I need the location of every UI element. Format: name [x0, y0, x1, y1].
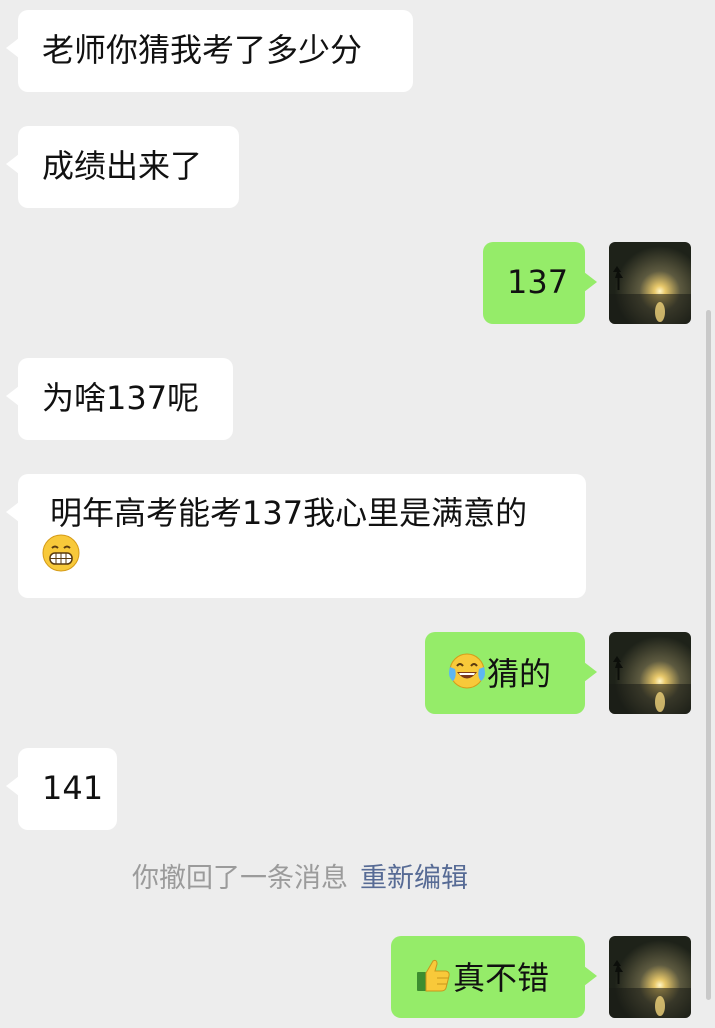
message-text: 为啥137呢 — [42, 379, 200, 417]
message-text: 猜的 — [487, 655, 552, 693]
message-text: 137 — [507, 263, 569, 301]
message-bubble-incoming[interactable]: 141 — [6, 748, 117, 830]
sunset-lake-avatar-icon — [609, 242, 691, 324]
message-bubble-incoming[interactable]: 老师你猜我考了多少分 — [6, 10, 413, 92]
message-text: 成绩出来了 — [42, 147, 203, 185]
recall-notice: 你撤回了一条消息 重新编辑 — [0, 862, 600, 896]
reedit-link[interactable]: 重新编辑 — [360, 863, 468, 894]
tears-of-joy-icon — [447, 651, 487, 691]
thumbs-up-icon — [413, 955, 453, 995]
message-text: 老师你猜我考了多少分 — [42, 31, 363, 69]
avatar[interactable] — [609, 242, 691, 324]
message-bubble-outgoing[interactable]: 猜的 — [425, 632, 597, 714]
message-bubble-incoming[interactable]: 成绩出来了 — [6, 126, 239, 208]
message-text: 141 — [42, 769, 104, 807]
avatar[interactable] — [609, 936, 691, 1018]
grinning-face-icon — [42, 534, 80, 572]
message-text: 明年高考能考137我心里是满意的 — [50, 494, 528, 532]
avatar[interactable] — [609, 632, 691, 714]
message-bubble-incoming[interactable]: 明年高考能考137我心里是满意的 — [6, 474, 586, 598]
recall-text: 你撤回了一条消息 — [132, 863, 348, 894]
message-bubble-outgoing[interactable]: 真不错 — [391, 936, 597, 1018]
sunset-lake-avatar-icon — [609, 632, 691, 714]
sunset-lake-avatar-icon — [609, 936, 691, 1018]
message-bubble-outgoing[interactable]: 137 — [483, 242, 597, 324]
message-text: 真不错 — [453, 959, 550, 997]
message-bubble-incoming[interactable]: 为啥137呢 — [6, 358, 233, 440]
chat-window: 老师你猜我考了多少分 成绩出来了 137 为啥137呢 明年高考能考137我心里… — [0, 0, 715, 1028]
scrollbar[interactable] — [706, 310, 711, 1000]
